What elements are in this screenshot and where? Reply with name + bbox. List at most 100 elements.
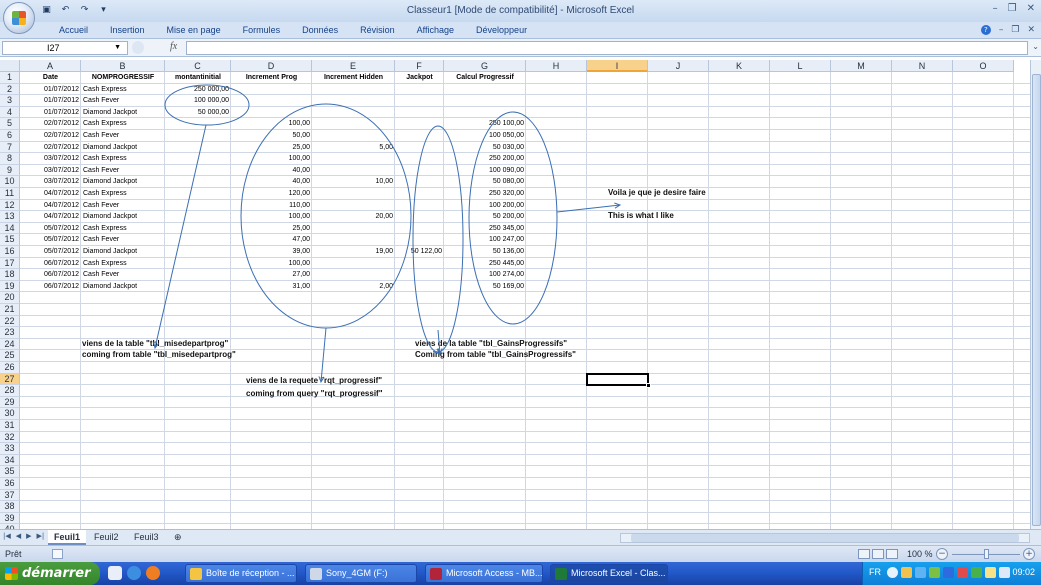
sheet-tab-feuil3[interactable]: Feuil3 [128,530,165,545]
row-header-36[interactable]: 36 [0,478,20,490]
cell-name[interactable]: Diamond Jackpot [81,246,165,258]
cell-name[interactable]: Cash Express [81,84,165,96]
cell-date[interactable]: 04/07/2012 [20,211,81,223]
clock[interactable]: 09:02 [1012,567,1035,577]
cell-calc[interactable]: 250 345,00 [444,223,526,235]
tab-developpeur[interactable]: Développeur [465,25,538,35]
row-header-15[interactable]: 15 [0,234,20,246]
cell-date[interactable]: 06/07/2012 [20,258,81,270]
restore-icon[interactable]: ❐ [1008,3,1017,14]
row-header-6[interactable]: 6 [0,130,20,142]
header-cell-f[interactable]: Jackpot [395,72,444,84]
horizontal-scrollbar[interactable] [620,533,1030,543]
cell-inc-prog[interactable]: 47,00 [231,234,312,246]
row-header-33[interactable]: 33 [0,443,20,455]
column-header-d[interactable]: D [231,60,312,72]
column-header-k[interactable]: K [709,60,770,72]
cell-date[interactable]: 05/07/2012 [20,246,81,258]
cell-name[interactable]: Cash Fever [81,234,165,246]
minimize-icon[interactable]: – [993,3,998,14]
cell-date[interactable]: 03/07/2012 [20,176,81,188]
tab-donnees[interactable]: Données [291,25,349,35]
cell-calc[interactable]: 250 320,00 [444,188,526,200]
row-header-11[interactable]: 11 [0,188,20,200]
cell-inc-prog[interactable]: 25,00 [231,142,312,154]
column-header-g[interactable]: G [444,60,526,72]
cell-area[interactable]: Date NOMPROGRESSIF montantinitial Increment… [20,72,1030,529]
cell-inc-prog[interactable]: 40,00 [231,165,312,177]
task-inbox[interactable]: Boîte de réception - ... [185,564,297,583]
task-excel[interactable]: Microsoft Excel - Clas... [550,564,668,583]
tray-app-icon[interactable] [901,567,912,578]
quicklaunch-app-icon[interactable] [108,566,122,580]
cell-date[interactable]: 03/07/2012 [20,153,81,165]
cell-inc-prog[interactable]: 120,00 [231,188,312,200]
column-header-f[interactable]: F [395,60,444,72]
row-header-9[interactable]: 9 [0,164,20,177]
header-cell-a[interactable]: Date [20,72,81,84]
cell-initial[interactable]: 50 000,00 [165,107,231,119]
cell-calc[interactable]: 100 200,00 [444,200,526,212]
row-header-34[interactable]: 34 [0,454,20,467]
cell-inc-hidden[interactable]: 5,00 [312,142,395,154]
workbook-minimize-icon[interactable]: – [999,25,1004,35]
column-header-b[interactable]: B [81,60,165,72]
zoom-out-icon[interactable]: − [936,548,948,560]
column-header-o[interactable]: O [953,60,1014,72]
cell-date[interactable]: 05/07/2012 [20,234,81,246]
vertical-scroll-thumb[interactable] [1032,74,1041,526]
cell-name[interactable]: Cash Express [81,118,165,130]
cell-date[interactable]: 01/07/2012 [20,84,81,96]
cell-name[interactable]: Cash Fever [81,130,165,142]
cell-name[interactable]: Cash Express [81,258,165,270]
cell-name[interactable]: Diamond Jackpot [81,176,165,188]
prev-sheet-icon[interactable]: ◀ [16,532,21,540]
cell-inc-hidden[interactable]: 2,00 [312,281,395,293]
cell-name[interactable]: Cash Express [81,188,165,200]
row-header-16[interactable]: 16 [0,246,20,258]
workbook-close-icon[interactable]: ✕ [1027,25,1035,35]
sheet-tab-feuil1[interactable]: Feuil1 [48,530,87,545]
tab-insertion[interactable]: Insertion [99,25,156,35]
first-sheet-icon[interactable]: |◀ [3,532,11,540]
network-icon[interactable] [915,567,926,578]
cell-inc-hidden[interactable]: 10,00 [312,176,395,188]
cell-date[interactable]: 01/07/2012 [20,95,81,107]
cell-name[interactable]: Cash Fever [81,200,165,212]
security-icon[interactable] [971,567,982,578]
normal-view-icon[interactable] [858,549,870,559]
cell-calc[interactable]: 100 274,00 [444,269,526,281]
fx-icon[interactable]: fx [170,41,177,52]
row-header-32[interactable]: 32 [0,431,20,444]
cell-inc-prog[interactable]: 100,00 [231,258,312,270]
bluetooth-icon[interactable] [943,567,954,578]
cell-calc[interactable]: 250 200,00 [444,153,526,165]
header-cell-e[interactable]: Increment Hidden [312,72,395,84]
row-header-23[interactable]: 23 [0,327,20,339]
tray-app-icon[interactable] [957,567,968,578]
column-header-i[interactable]: I [587,60,648,72]
row-header-17[interactable]: 17 [0,257,20,270]
cell-inc-hidden[interactable]: 19,00 [312,246,395,258]
cell-name[interactable]: Diamond Jackpot [81,281,165,293]
insert-sheet-icon[interactable]: ⊕ [168,530,188,545]
zoom-slider-thumb[interactable] [984,549,989,559]
workbook-restore-icon[interactable]: ❐ [1011,25,1019,35]
horizontal-scroll-thumb[interactable] [631,534,1019,542]
row-header-18[interactable]: 18 [0,269,20,281]
row-header-14[interactable]: 14 [0,222,20,235]
cell-calc[interactable]: 100 090,00 [444,165,526,177]
tray-app-icon[interactable] [929,567,940,578]
cell-name[interactable]: Cash Fever [81,269,165,281]
task-access[interactable]: Microsoft Access - MB... [425,564,543,583]
cell-name[interactable]: Diamond Jackpot [81,107,165,119]
row-header-30[interactable]: 30 [0,408,20,420]
tab-formules[interactable]: Formules [232,25,292,35]
cell-inc-hidden[interactable]: 20,00 [312,211,395,223]
cell-calc[interactable]: 250 445,00 [444,258,526,270]
column-header-l[interactable]: L [770,60,831,72]
next-sheet-icon[interactable]: ▶ [26,532,31,540]
cell-inc-prog[interactable]: 50,00 [231,130,312,142]
cell-calc[interactable]: 100 050,00 [444,130,526,142]
tray-app-icon[interactable] [985,567,996,578]
